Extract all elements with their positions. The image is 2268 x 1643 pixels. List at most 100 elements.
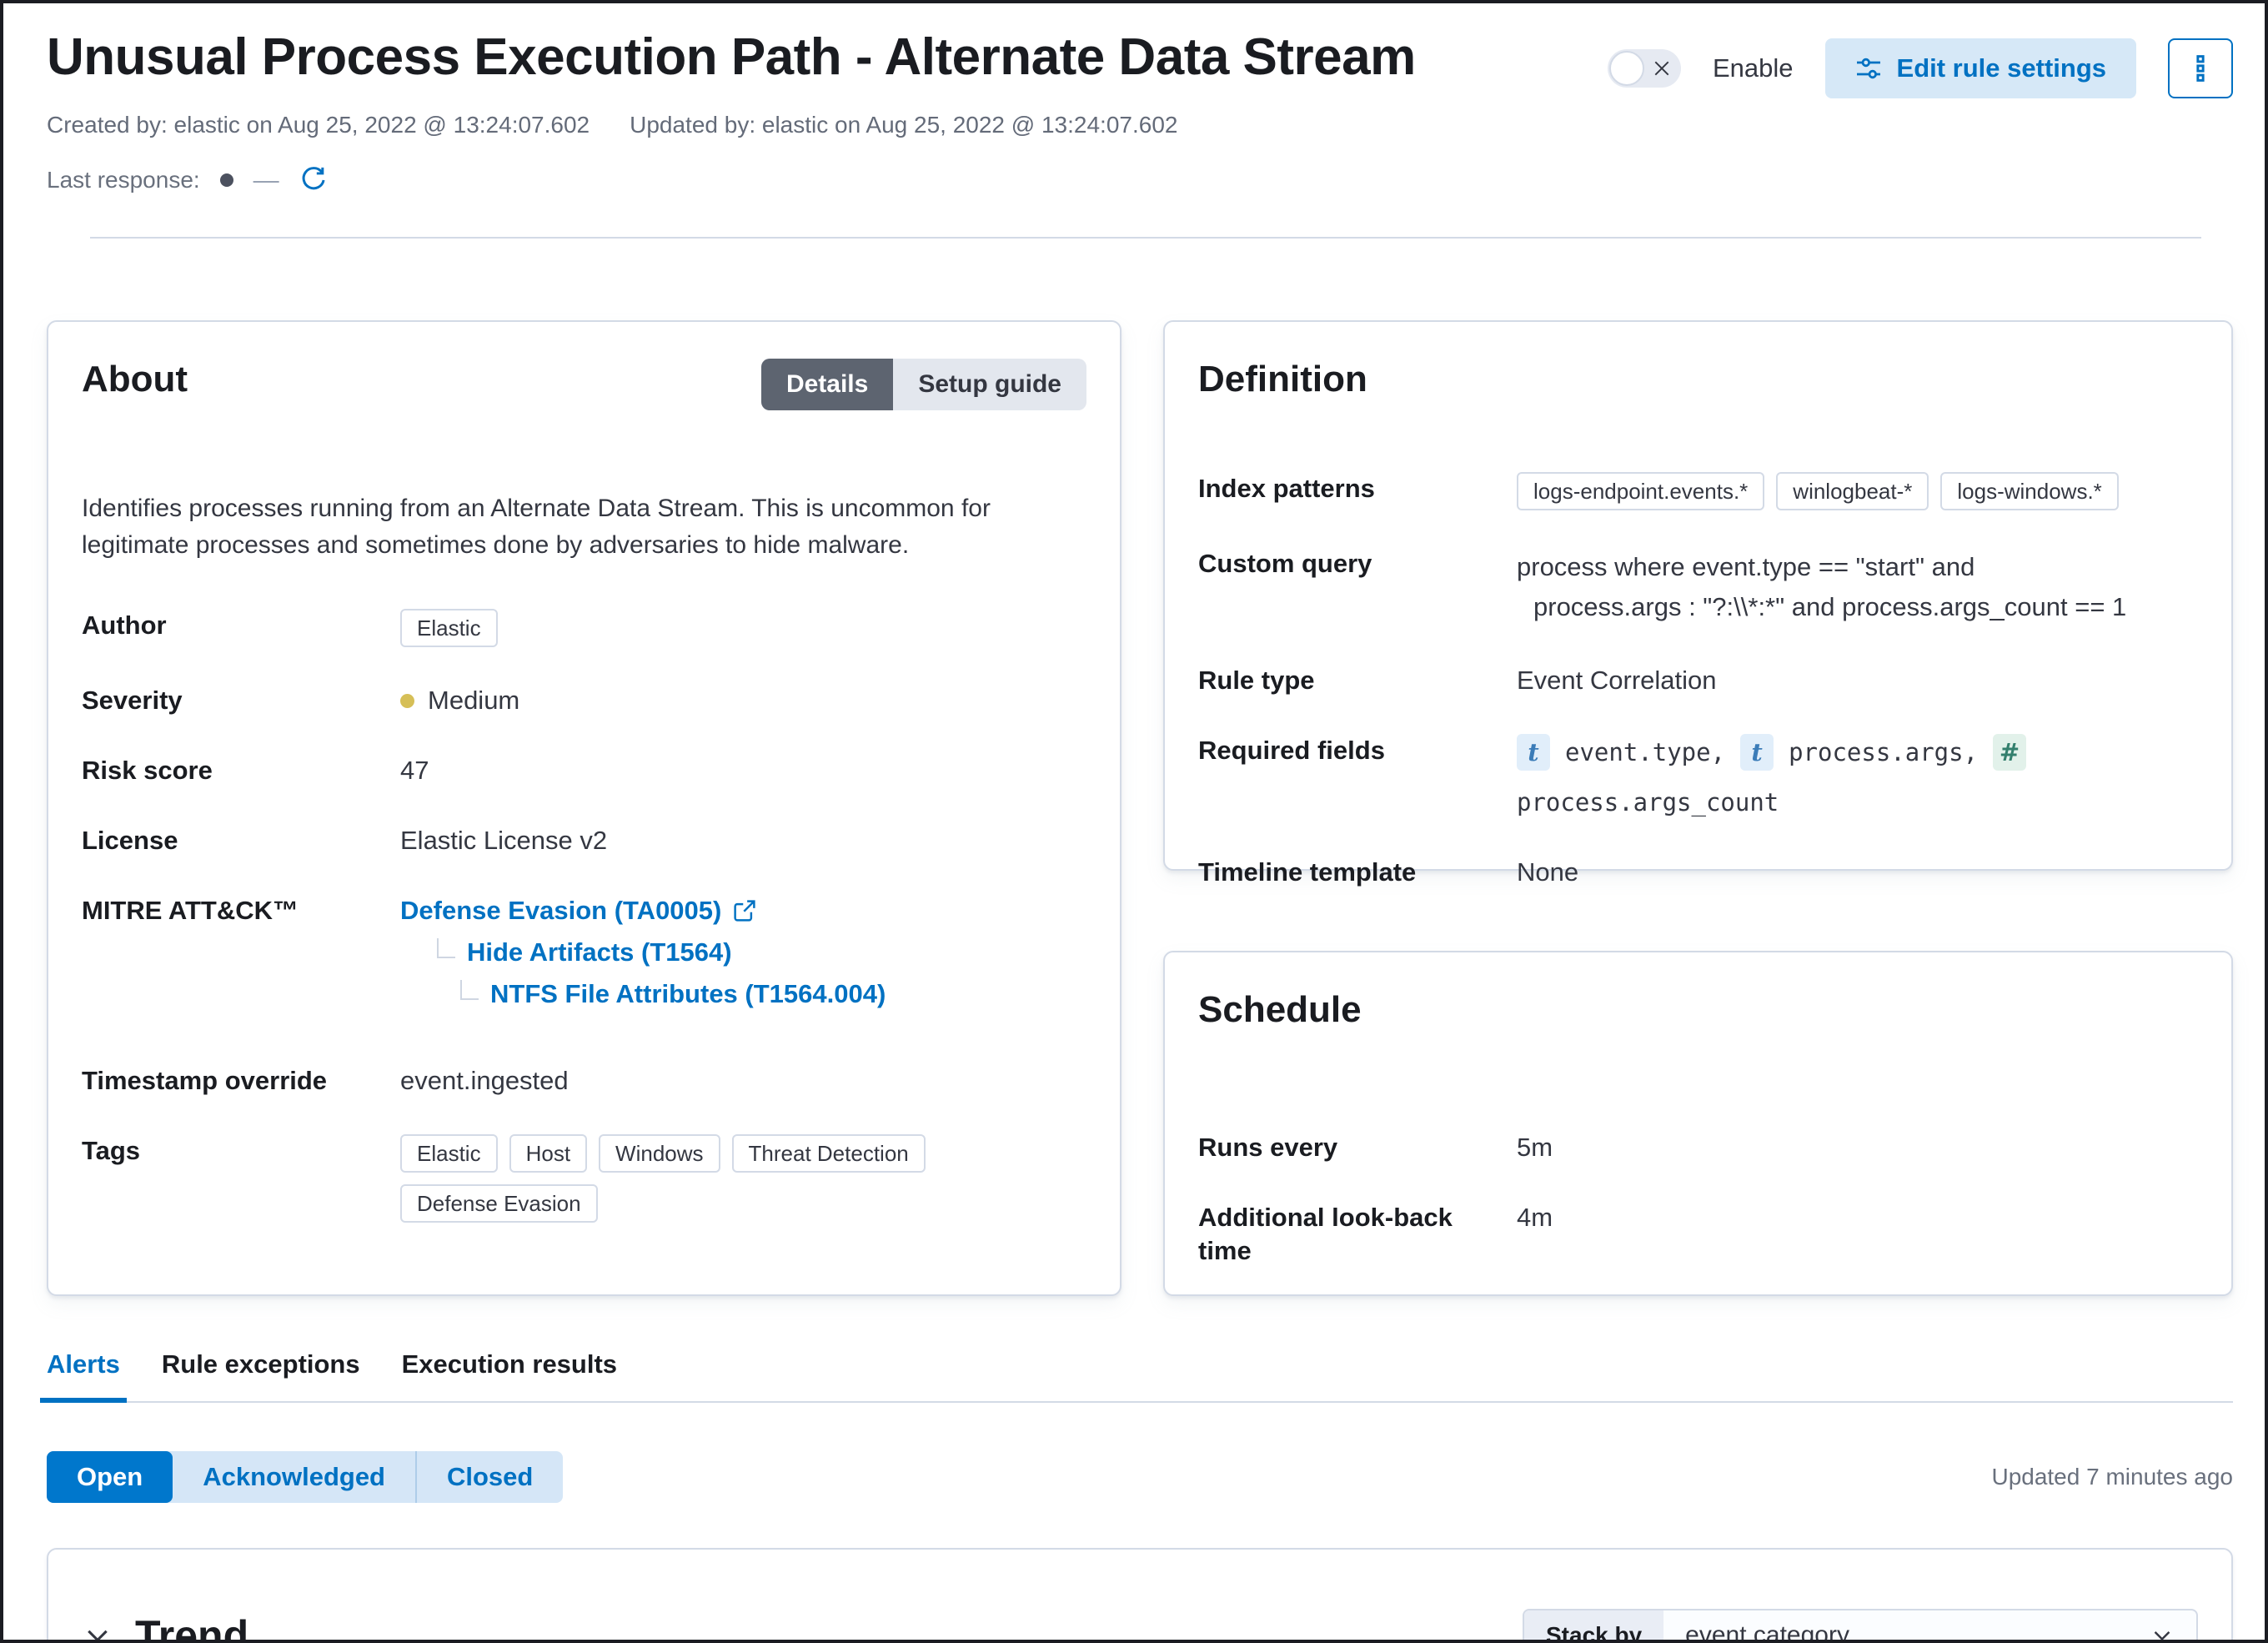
rule-actions-menu-button[interactable]	[2168, 38, 2233, 98]
mitre-subtechnique-text: NTFS File Attributes (T1564.004)	[490, 977, 886, 1011]
alerts-filter-row: Open Acknowledged Closed Updated 7 minut…	[47, 1451, 2233, 1503]
severity-value: Medium	[428, 684, 519, 717]
status-dot-icon	[220, 173, 233, 187]
tab-execution-results[interactable]: Execution results	[402, 1349, 617, 1401]
schedule-heading: Schedule	[1198, 989, 2198, 1031]
index-pattern-badge: logs-endpoint.events.*	[1517, 472, 1764, 510]
mitre-tactic-link[interactable]: Defense Evasion (TA0005)	[400, 894, 886, 927]
stack-by-label: Stack by	[1524, 1610, 1663, 1643]
stack-by-select[interactable]: Stack by event.category	[1523, 1609, 2198, 1643]
alert-status-filter-group: Open Acknowledged Closed	[47, 1451, 563, 1503]
timestamp-override-value: event.ingested	[400, 1064, 569, 1098]
tag-badge: Defense Evasion	[400, 1184, 598, 1223]
tab-details[interactable]: Details	[761, 359, 893, 410]
trend-panel: Trend Stack by event.category	[47, 1548, 2233, 1643]
lookback-label: Additional look-back time	[1198, 1201, 1517, 1268]
risk-score-value: 47	[400, 754, 429, 787]
string-field-token-icon: t	[1740, 734, 1774, 771]
severity-dot-icon	[400, 694, 414, 708]
tags-row: Tags Elastic Host Windows Threat Detecti…	[82, 1134, 1086, 1223]
chevron-down-icon	[82, 1620, 113, 1643]
timeline-template-row: Timeline template None	[1198, 856, 2198, 889]
enable-toggle[interactable]	[1608, 49, 1681, 88]
index-patterns-row: Index patterns logs-endpoint.events.* wi…	[1198, 472, 2198, 510]
runs-every-row: Runs every 5m	[1198, 1131, 2198, 1164]
chevron-down-icon	[2150, 1623, 2175, 1643]
enable-label: Enable	[1713, 53, 1794, 83]
sliders-icon	[1855, 55, 1882, 82]
custom-query-label: Custom query	[1198, 547, 1517, 580]
required-field-name: process.args,	[1789, 736, 1978, 769]
filter-acknowledged-button[interactable]: Acknowledged	[173, 1451, 415, 1503]
header-controls: Enable Edit rule settings	[1608, 28, 2233, 98]
about-panel: About Details Setup guide Identifies pro…	[47, 320, 1121, 1296]
index-pattern-badge: logs-windows.*	[1940, 472, 2118, 510]
filter-closed-button[interactable]: Closed	[415, 1451, 563, 1503]
tab-rule-exceptions[interactable]: Rule exceptions	[162, 1349, 360, 1401]
number-field-token-icon: #	[1993, 734, 2026, 771]
mitre-technique-text: Hide Artifacts (T1564)	[467, 936, 732, 969]
required-fields-label: Required fields	[1198, 734, 1517, 767]
last-response-label: Last response:	[47, 167, 200, 193]
query-line-1: process where event.type == "start" and	[1517, 547, 2126, 587]
tags-label: Tags	[82, 1134, 400, 1168]
mitre-subtechnique-link[interactable]: NTFS File Attributes (T1564.004)	[460, 977, 886, 1011]
boxes-vertical-icon	[2185, 53, 2215, 83]
page-title: Unusual Process Execution Path - Alterna…	[47, 28, 1416, 87]
query-line-2: process.args : "?:\\*:*" and process.arg…	[1517, 587, 2126, 627]
rule-tabs: Alerts Rule exceptions Execution results	[47, 1349, 2233, 1403]
author-label: Author	[82, 609, 400, 642]
lookback-value: 4m	[1517, 1201, 1553, 1234]
external-link-icon	[733, 899, 756, 922]
required-fields-row: Required fields t event.type, t process.…	[1198, 734, 2198, 819]
tree-corner-icon	[437, 938, 455, 958]
author-row: Author Elastic	[82, 609, 1086, 647]
index-pattern-badge: winlogbeat-*	[1776, 472, 1929, 510]
runs-every-label: Runs every	[1198, 1131, 1517, 1164]
mitre-technique-link[interactable]: Hide Artifacts (T1564)	[437, 936, 886, 969]
runs-every-value: 5m	[1517, 1131, 1553, 1164]
tag-badge: Windows	[599, 1134, 720, 1173]
rule-type-value: Event Correlation	[1517, 664, 1717, 697]
edit-rule-settings-button[interactable]: Edit rule settings	[1825, 38, 2136, 98]
string-field-token-icon: t	[1517, 734, 1550, 771]
filter-open-button[interactable]: Open	[47, 1451, 173, 1503]
updated-by-text: Updated by: elastic on Aug 25, 2022 @ 13…	[630, 112, 1177, 138]
trend-heading: Trend	[135, 1611, 248, 1643]
last-response-value: —	[253, 165, 279, 195]
stack-by-value: event.category	[1685, 1621, 2133, 1643]
required-field-name: process.args_count	[1517, 786, 1779, 819]
mitre-tactic-text: Defense Evasion (TA0005)	[400, 894, 721, 927]
refresh-button[interactable]	[299, 166, 328, 194]
risk-score-label: Risk score	[82, 754, 400, 787]
header-divider	[90, 237, 2201, 239]
risk-score-row: Risk score 47	[82, 754, 1086, 787]
tag-badge: Host	[509, 1134, 587, 1173]
tag-badge: Elastic	[400, 1134, 498, 1173]
edit-rule-settings-label: Edit rule settings	[1897, 53, 2106, 83]
tree-corner-icon	[460, 980, 479, 1000]
rule-meta: Created by: elastic on Aug 25, 2022 @ 13…	[47, 112, 2233, 138]
tab-setup-guide[interactable]: Setup guide	[893, 359, 1086, 410]
timeline-template-value: None	[1517, 856, 1578, 889]
trend-collapse-toggle[interactable]	[82, 1620, 113, 1643]
required-field-name: event.type,	[1565, 736, 1725, 769]
severity-row: Severity Medium	[82, 684, 1086, 717]
tab-alerts[interactable]: Alerts	[47, 1349, 120, 1401]
rule-type-label: Rule type	[1198, 664, 1517, 697]
definition-heading: Definition	[1198, 359, 2198, 400]
rule-type-row: Rule type Event Correlation	[1198, 664, 2198, 697]
last-response-row: Last response: —	[47, 165, 2233, 195]
definition-panel: Definition Index patterns logs-endpoint.…	[1163, 320, 2233, 871]
mitre-label: MITRE ATT&CK™	[82, 894, 400, 927]
toggle-thumb	[1609, 51, 1644, 86]
created-by-text: Created by: elastic on Aug 25, 2022 @ 13…	[47, 112, 590, 138]
timestamp-override-row: Timestamp override event.ingested	[82, 1064, 1086, 1098]
license-row: License Elastic License v2	[82, 824, 1086, 857]
lookback-row: Additional look-back time 4m	[1198, 1201, 2198, 1268]
timeline-template-label: Timeline template	[1198, 856, 1517, 889]
about-heading: About	[82, 359, 188, 400]
rule-details-page: Unusual Process Execution Path - Alterna…	[0, 0, 2268, 1643]
rule-description: Identifies processes running from an Alt…	[82, 490, 1024, 564]
severity-label: Severity	[82, 684, 400, 717]
